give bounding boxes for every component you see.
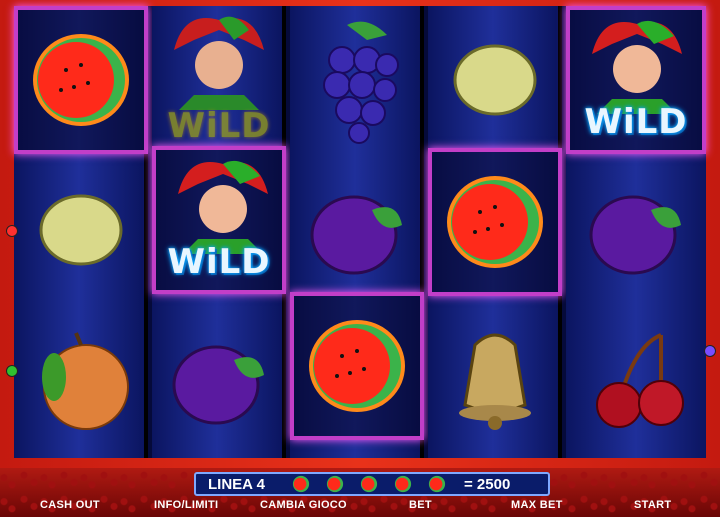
symbol-lemon [428,6,562,154]
line-marker-right [704,345,716,357]
plum-icon [310,195,402,275]
watermelon-icon [326,475,344,493]
lemon-icon [39,194,123,266]
symbol-watermelon [14,6,148,154]
win-payout: = 2500 [464,475,511,493]
symbol-watermelon [290,292,424,440]
symbol-plum [566,156,706,304]
info-button[interactable]: INFO/LIMITI [154,499,218,511]
cherries-icon [596,333,684,428]
watermelon-icon [428,475,446,493]
reel-3 [290,6,424,458]
wild-label: WiLD [584,102,688,142]
wild-label: WiLD [167,242,271,282]
bet-button[interactable]: BET [409,499,432,511]
jester-icon [174,16,264,110]
symbol-wild: WiLD [566,6,706,154]
watermelon-icon [447,176,543,268]
watermelon-icon [309,320,405,412]
reels-area: WiLD WiLD WiLD [14,6,706,458]
reel-2: WiLD WiLD [152,6,286,458]
reel-5: WiLD [566,6,706,458]
win-line-panel: LINEA 4 = 2500 [194,472,550,496]
jester-icon [592,20,682,114]
line-marker-left [6,225,18,237]
orange-icon [42,332,129,430]
jester-icon [178,160,268,254]
reel-4 [428,6,562,458]
watermelon-icon [33,34,129,126]
line-marker-left [6,365,18,377]
symbol-grapes [290,6,424,154]
bell-icon [459,333,531,430]
symbol-plum [290,156,424,304]
start-button[interactable]: START [634,499,671,511]
wild-label: WiLD [167,106,271,146]
max-bet-button[interactable]: MAX BET [511,499,563,511]
symbol-orange [14,306,148,454]
watermelon-icon [394,475,412,493]
win-line-label: LINEA 4 [208,475,265,493]
symbol-wild-dim: WiLD [152,6,286,154]
cash-out-button[interactable]: CASH OUT [40,499,100,511]
watermelon-icon [292,475,310,493]
symbol-lemon [14,156,148,304]
plum-icon [589,195,681,275]
change-game-button[interactable]: CAMBIA GIOCO [260,499,347,511]
watermelon-icon [360,475,378,493]
symbol-watermelon [428,148,562,296]
symbol-cherries [566,306,706,454]
symbol-plum [152,306,286,454]
symbol-bell [428,306,562,454]
symbol-wild: WiLD [152,146,286,294]
lemon-icon [453,44,537,116]
plum-icon [172,345,264,425]
grapes-icon [323,21,399,144]
reel-1 [14,6,148,458]
